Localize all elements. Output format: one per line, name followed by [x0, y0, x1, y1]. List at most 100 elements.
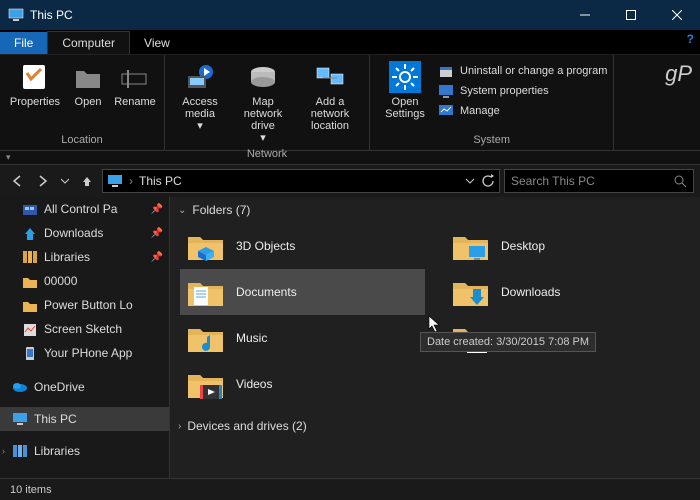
group-system: Open Settings Uninstall or change a prog… [370, 55, 614, 150]
map-network-drive-button[interactable]: Map network drive ▾ [233, 59, 293, 146]
maximize-button[interactable] [608, 0, 654, 30]
folder-label: 3D Objects [236, 239, 295, 253]
content-pane: ⌄ Folders (7) 3D Objects Desktop Documents… [170, 197, 700, 478]
chevron-right-icon[interactable]: › [2, 446, 5, 456]
pin-icon: 📌 [151, 252, 163, 263]
folder-label: Documents [236, 285, 297, 299]
this-pc-icon [107, 174, 123, 188]
address-bar[interactable]: › This PC [102, 169, 500, 193]
window-title: This PC [30, 8, 562, 22]
nav-item[interactable]: Screen Sketch [0, 317, 169, 341]
chevron-right-icon[interactable]: › [129, 174, 133, 188]
nav-item-icon [22, 249, 38, 265]
folder-item[interactable]: Documents [180, 269, 425, 315]
open-settings-button[interactable]: Open Settings [376, 59, 434, 122]
rename-button[interactable]: Rename [112, 59, 158, 110]
nav-item-label: Libraries [44, 250, 90, 264]
nav-item-icon [22, 201, 38, 217]
access-media-button[interactable]: Access media ▾ [171, 59, 229, 134]
nav-item[interactable]: 00000 [0, 269, 169, 293]
access-media-icon [184, 61, 216, 93]
status-item-count: 10 items [10, 484, 52, 496]
ribbon-tabs: File Computer View ? [0, 30, 700, 55]
folder-icon [451, 275, 491, 309]
nav-item[interactable]: Libraries 📌 [0, 245, 169, 269]
properties-icon [19, 61, 51, 93]
help-icon[interactable]: ? [687, 32, 694, 46]
folder-item[interactable]: Downloads [445, 269, 690, 315]
folder-label: Videos [236, 377, 272, 391]
nav-onedrive[interactable]: OneDrive [0, 375, 169, 399]
tooltip: Date created: 3/30/2015 7:08 PM [420, 332, 596, 352]
folder-label: Desktop [501, 239, 545, 253]
expand-icon[interactable]: ▾ [6, 152, 11, 163]
recent-locations-button[interactable] [58, 170, 72, 192]
open-icon [72, 61, 104, 93]
libraries-icon [12, 443, 28, 459]
nav-item-label: Power Button Lo [44, 298, 133, 312]
nav-item[interactable]: Downloads📌 [0, 221, 169, 245]
group-network: Access media ▾ Map network drive ▾ Add a… [165, 55, 370, 150]
properties-button[interactable]: Properties [6, 59, 64, 110]
nav-item-icon [22, 225, 38, 241]
manage-icon [438, 103, 454, 119]
up-button[interactable] [76, 170, 98, 192]
group-location: Properties Open Rename Location [0, 55, 165, 150]
folders-section-header[interactable]: ⌄ Folders (7) [170, 197, 700, 223]
back-button[interactable] [6, 170, 28, 192]
add-network-location-button[interactable]: Add a network location [297, 59, 363, 134]
close-button[interactable] [654, 0, 700, 30]
chevron-down-icon: ▾ [260, 132, 266, 144]
folder-icon [451, 229, 491, 263]
cursor-icon [428, 315, 442, 333]
search-input[interactable]: Search This PC [504, 169, 694, 193]
nav-item[interactable]: Your PHone App [0, 341, 169, 365]
uninstall-program-button[interactable]: Uninstall or change a program [438, 61, 607, 81]
minimize-button[interactable] [562, 0, 608, 30]
watermark-logo: gP [665, 61, 692, 87]
system-properties-icon [438, 83, 454, 99]
folder-icon [186, 229, 226, 263]
nav-item-icon [22, 273, 38, 289]
rename-icon [119, 61, 151, 93]
folder-item[interactable]: 3D Objects [180, 223, 425, 269]
this-pc-icon [8, 7, 24, 23]
status-bar: 10 items [0, 478, 700, 500]
nav-item-label: Downloads [44, 226, 103, 240]
refresh-button[interactable] [481, 174, 495, 188]
nav-item-icon [22, 321, 38, 337]
nav-item-label: 00000 [44, 274, 77, 288]
chevron-down-icon: ▾ [197, 120, 203, 132]
system-properties-button[interactable]: System properties [438, 81, 607, 101]
nav-item-icon [22, 345, 38, 361]
forward-button[interactable] [32, 170, 54, 192]
folder-icon [186, 321, 226, 355]
nav-item-label: All Control Pa [44, 202, 117, 216]
nav-item[interactable]: Power Button Lo [0, 293, 169, 317]
search-placeholder: Search This PC [511, 174, 595, 188]
tab-file[interactable]: File [0, 32, 47, 54]
folder-item[interactable]: Videos [180, 361, 425, 407]
nav-item[interactable]: All Control Pa 📌 [0, 197, 169, 221]
this-pc-icon [12, 411, 28, 427]
devices-section-header[interactable]: › Devices and drives (2) [170, 413, 700, 439]
chevron-down-icon[interactable] [465, 176, 475, 186]
tab-computer[interactable]: Computer [47, 31, 130, 54]
manage-button[interactable]: Manage [438, 101, 607, 121]
chevron-right-icon: › [178, 421, 181, 432]
open-button[interactable]: Open [68, 59, 108, 110]
folder-item[interactable]: Music [180, 315, 425, 361]
settings-icon [389, 61, 421, 93]
folder-icon [186, 367, 226, 401]
nav-item-icon [22, 297, 38, 313]
folder-item[interactable]: Desktop [445, 223, 690, 269]
map-drive-icon [247, 61, 279, 93]
nav-this-pc[interactable]: This PC [0, 407, 169, 431]
breadcrumb-this-pc[interactable]: This PC [139, 174, 182, 188]
onedrive-icon [12, 379, 28, 395]
address-row: › This PC Search This PC [0, 165, 700, 197]
pin-icon: 📌 [151, 204, 163, 215]
uninstall-icon [438, 63, 454, 79]
nav-libraries[interactable]: › Libraries [0, 439, 169, 463]
tab-view[interactable]: View [130, 32, 184, 54]
